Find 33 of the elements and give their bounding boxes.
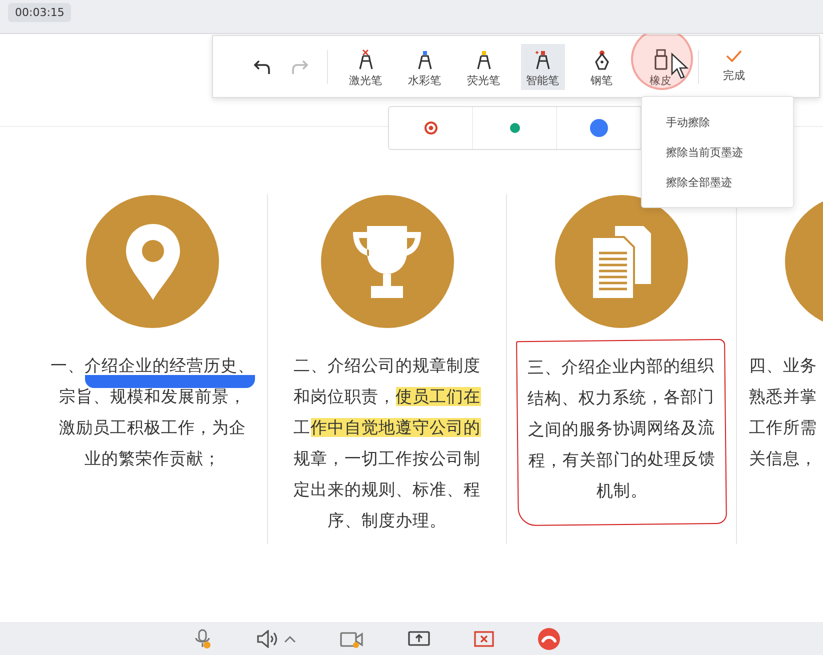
pen-tool[interactable]: 智能笔 — [520, 44, 564, 90]
menu-item[interactable]: 擦除全部墨迹 — [642, 167, 793, 197]
menu-item[interactable]: 擦除当前页墨迹 — [642, 137, 793, 167]
pen-icon — [416, 48, 432, 70]
camera-icon — [340, 630, 364, 648]
speaker-icon — [256, 630, 280, 648]
microphone-icon — [194, 628, 212, 648]
pen-tool[interactable]: 钢笔 — [580, 44, 624, 90]
timer: 00:03:15 — [8, 3, 72, 22]
call-control[interactable] — [194, 626, 212, 650]
pen-icon — [476, 48, 492, 70]
pen-tool[interactable]: 荧光笔 — [462, 44, 506, 90]
check-icon — [726, 50, 742, 62]
location-pin-icon — [124, 222, 182, 302]
paragraph: 三、介绍企业内部的组织 结构、权力系统，各部门 之间的服务协调网络及流 程，有关部门的处理反馈 机制。 — [527, 355, 716, 502]
undo-icon — [253, 58, 271, 74]
stop-share-icon — [474, 630, 494, 646]
paragraph: 四、业务 熟悉并掌 工作所需 关信息， — [749, 355, 817, 470]
eraser-icon — [654, 48, 668, 70]
done-button[interactable]: 完成 — [715, 50, 753, 83]
paragraph: 一、介绍企业的经营历史、 宗旨、规模和发展前景， 激励员工积极工作，为企 业的繁荣作贡献； — [50, 355, 254, 470]
fountain-pen-icon — [594, 48, 610, 70]
pen-tool[interactable]: 激光笔 — [344, 44, 388, 90]
menu-item[interactable]: 手动擦除 — [642, 107, 793, 137]
hang-up-icon — [538, 628, 560, 650]
pen-icon — [534, 48, 550, 70]
laser-pen-icon — [358, 48, 374, 70]
share-screen-icon — [408, 630, 430, 646]
caret-icon — [284, 634, 296, 642]
pen-tool[interactable]: 水彩笔 — [402, 44, 446, 90]
call-control[interactable] — [538, 626, 560, 650]
click-ring-drawing — [631, 34, 693, 90]
redo-icon — [291, 58, 309, 74]
